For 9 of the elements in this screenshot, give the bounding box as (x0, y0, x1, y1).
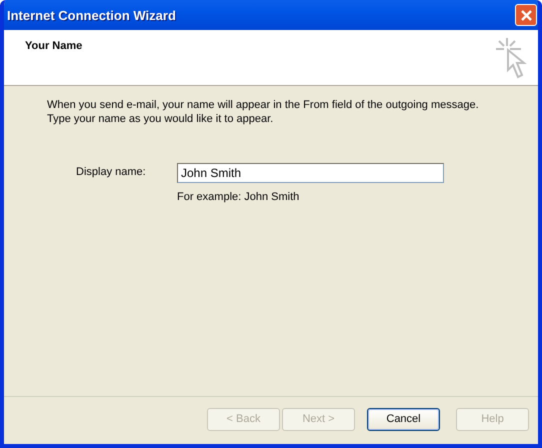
example-hint: For example: John Smith (177, 191, 300, 205)
field-label: Display name: (76, 165, 147, 180)
wizard-button[interactable]: Cancel (367, 408, 440, 430)
close-button[interactable] (515, 4, 537, 26)
close-icon (520, 8, 532, 22)
page-title: Your Name (25, 40, 82, 54)
window-title: Internet Connection Wizard (7, 8, 176, 22)
description-text: When you send e-mail, your name will appear in the From field of the outgoing message. Type your name as you would like it to appear. (47, 98, 480, 126)
display-name-field[interactable]: John Smith (177, 163, 444, 183)
